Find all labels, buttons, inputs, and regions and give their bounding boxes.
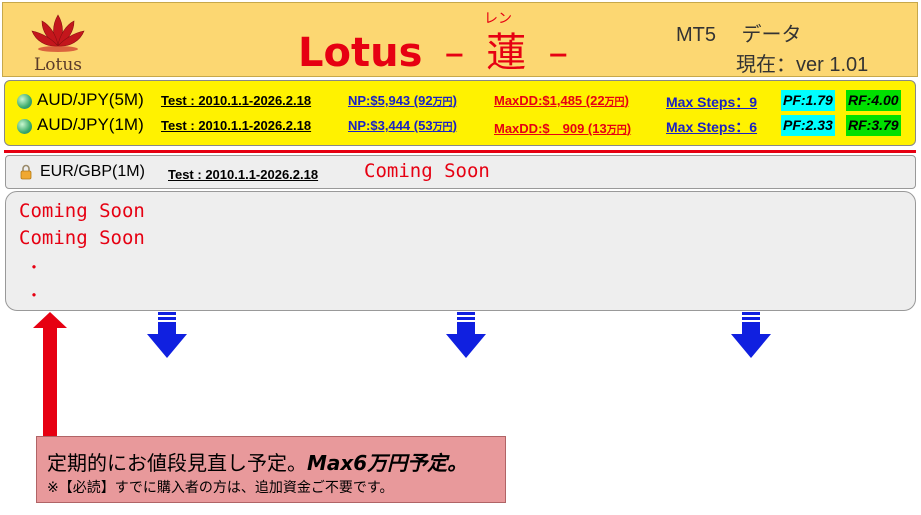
upcoming-box: Coming Soon Coming Soon ・ ・ [5,191,916,311]
blue-down-arrow-icon [147,312,187,358]
np-value: NP:$3,444 (53 [348,118,433,133]
dd-value: MaxDD:$1,485 (22 [494,93,605,108]
pair-label: EUR/GBP(1M) [40,163,145,180]
price-notice: 定期的にお値段見直し予定。Max6万円予定。 ※【必読】すでに購入者の方は、追加… [36,436,506,503]
results-panel: AUD/JPY(5M) Test : 2010.1.1-2026.2.18 NP… [4,80,916,146]
coming-soon-label: Coming Soon [364,160,490,182]
notice-footnote: ※【必読】すでに購入者の方は、追加資金ご不要です。 [47,480,394,496]
notice-text: 定期的にお値段見直し予定。 [47,451,307,475]
np-unit: 万円 [432,122,453,133]
divider-line [4,150,916,153]
test-period-link[interactable]: Test : 2010.1.1-2026.2.18 [161,118,311,133]
test-period-link[interactable]: Test : 2010.1.1-2026.2.18 [161,93,311,108]
np-close: ) [452,118,457,133]
version-label: 現在：ver 1.01 [736,54,869,76]
max-steps-link[interactable]: Max Steps：6 [666,117,757,137]
np-value: NP:$5,943 (92 [348,93,433,108]
lock-icon [20,164,32,180]
page-title: Lotus – 蓮 – [298,20,568,78]
pair-label: AUD/JPY(1M) [37,115,144,134]
dd-close: ) [626,121,632,136]
notice-emphasis: Max6万円予定。 [307,451,468,475]
globe-icon [17,119,32,134]
net-profit-link[interactable]: NP:$5,943 (92万円) [348,93,457,108]
notice-headline: 定期的にお値段見直し予定。Max6万円予定。 [47,447,467,476]
title-latin: Lotus [298,30,423,76]
platform-label: MT5 データ [676,24,802,46]
rf-badge: RF:3.79 [846,115,901,136]
pair-label: AUD/JPY(5M) [37,90,144,109]
np-unit: 万円 [432,97,453,108]
lotus-logo: Lotus [22,9,94,75]
pf-badge: PF:2.33 [781,115,835,136]
title-kanji: 蓮 [486,30,527,76]
pf-badge: PF:1.79 [781,90,835,111]
red-up-arrow-icon [33,312,67,436]
net-profit-link[interactable]: NP:$3,444 (53万円) [348,118,457,133]
locked-pair-bar: EUR/GBP(1M) Test : 2010.1.1-2026.2.18 Co… [5,155,916,189]
title-dash-left: – [444,30,465,76]
rf-badge: RF:4.00 [846,90,901,111]
max-steps-link[interactable]: Max Steps：9 [666,92,757,112]
title-dash-right: – [548,30,569,76]
bullet-point: ・ [26,286,43,305]
coming-soon-label: Coming Soon [19,227,145,249]
blue-down-arrow-icon [731,312,771,358]
blue-down-arrow-icon [446,312,486,358]
dd-unit: 万円 [604,97,625,108]
max-drawdown-link[interactable]: MaxDD:$ 909 (13万円) [494,118,631,137]
max-drawdown-link[interactable]: MaxDD:$1,485 (22万円) [494,93,629,108]
bullet-point: ・ [26,258,43,277]
test-period-link[interactable]: Test : 2010.1.1-2026.2.18 [168,167,318,182]
lotus-flower-icon [31,14,85,52]
dd-value: MaxDD:$ 909 (13 [494,121,607,136]
logo-text: Lotus [33,55,83,75]
dd-unit: 万円 [606,125,627,136]
np-close: ) [452,93,457,108]
globe-icon [17,94,32,109]
dd-close: ) [624,93,629,108]
coming-soon-label: Coming Soon [19,200,145,222]
